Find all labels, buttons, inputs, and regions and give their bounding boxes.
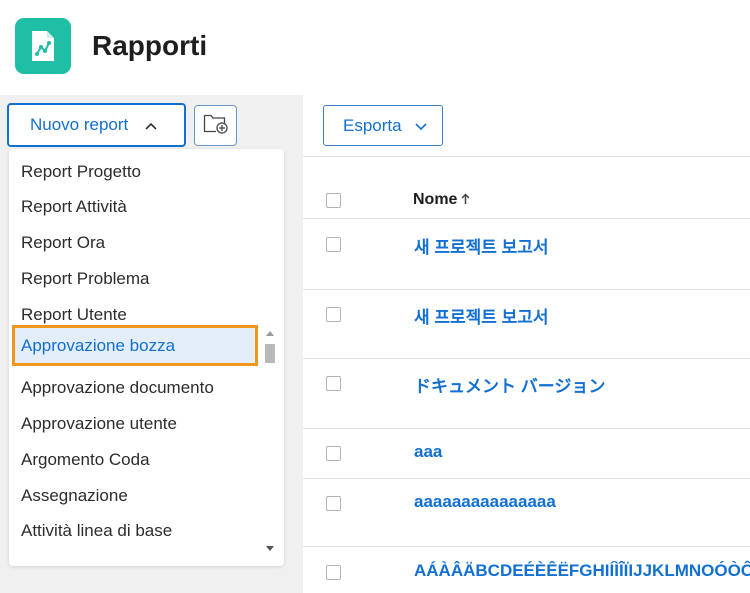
table-header: Nome (303, 157, 750, 219)
new-report-button[interactable]: Nuovo report (7, 103, 186, 147)
reports-list-panel: Esporta Nome 새 프로젝트 보고서 새 프로젝트 보고서 ドキュメン… (303, 95, 750, 593)
menu-item[interactable]: Approvazione utente (21, 414, 177, 434)
new-report-label: Nuovo report (30, 115, 129, 134)
menu-item[interactable]: Report Problema (21, 269, 150, 289)
table-row: aaaaaaaaaaaaaaa (303, 479, 750, 547)
menu-item[interactable]: Argomento Coda (21, 450, 150, 470)
row-checkbox[interactable] (326, 446, 341, 461)
new-report-dropdown: Report Progetto Report Attività Report O… (9, 149, 284, 566)
menu-item[interactable]: Report Attività (21, 197, 127, 217)
left-panel: Nuovo report Report Progetto Report Atti… (0, 95, 303, 593)
row-checkbox[interactable] (326, 307, 341, 322)
export-label: Esporta (343, 115, 402, 135)
report-link[interactable]: 새 프로젝트 보고서 (414, 233, 549, 258)
sort-ascending-arrow-icon (461, 192, 470, 208)
column-name-label: Nome (413, 191, 458, 208)
dropdown-scrollbar[interactable] (264, 331, 276, 553)
menu-item-selected[interactable]: Approvazione bozza (12, 325, 258, 366)
table-row: AÁÀÂÄBCDEÉÈÊËFGHIÍÌÎÏIJJKLMNOÓÒÔÖ (303, 548, 750, 593)
scroll-thumb[interactable] (265, 344, 275, 363)
new-folder-button[interactable] (194, 105, 237, 146)
menu-item[interactable]: Report Progetto (21, 162, 141, 182)
report-link[interactable]: ドキュメント バージョン (414, 372, 605, 397)
column-header-name[interactable]: Nome (413, 191, 470, 209)
select-all-checkbox[interactable] (326, 193, 341, 208)
page-title: Rapporti (92, 30, 208, 61)
table-row: 새 프로젝트 보고서 (303, 220, 750, 290)
menu-item[interactable]: Approvazione documento (21, 378, 214, 398)
scroll-down-arrow-icon[interactable] (266, 546, 274, 551)
table-row: aaa (303, 429, 750, 479)
menu-item[interactable]: Attività linea di base (21, 521, 172, 541)
row-checkbox[interactable] (326, 496, 341, 511)
menu-item[interactable]: Assegnazione (21, 486, 128, 506)
report-link[interactable]: aaa (414, 442, 442, 462)
table-row: ドキュメント バージョン (303, 359, 750, 429)
menu-item[interactable]: Report Utente (21, 305, 127, 325)
menu-item[interactable]: Report Ora (21, 233, 105, 253)
table-row: 새 프로젝트 보고서 (303, 290, 750, 359)
row-checkbox[interactable] (326, 565, 341, 580)
chevron-down-icon (415, 116, 427, 136)
report-link[interactable]: AÁÀÂÄBCDEÉÈÊËFGHIÍÌÎÏIJJKLMNOÓÒÔÖ (414, 561, 750, 581)
report-link[interactable]: 새 프로젝트 보고서 (414, 303, 549, 328)
report-chart-icon (15, 18, 71, 74)
row-checkbox[interactable] (326, 237, 341, 252)
list-toolbar: Esporta (303, 95, 750, 157)
report-link[interactable]: aaaaaaaaaaaaaaa (414, 492, 556, 512)
chevron-up-icon (145, 115, 157, 135)
page-header: Rapporti (0, 0, 750, 95)
scroll-up-arrow-icon[interactable] (266, 331, 274, 336)
row-checkbox[interactable] (326, 376, 341, 391)
export-button[interactable]: Esporta (323, 105, 443, 146)
folder-add-icon (203, 112, 229, 139)
